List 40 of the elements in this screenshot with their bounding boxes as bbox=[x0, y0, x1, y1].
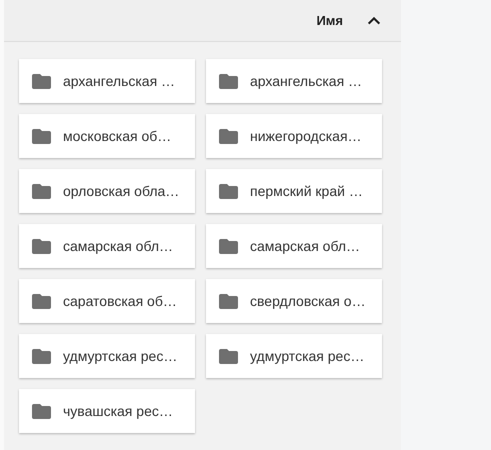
folder-name: удмуртская рес… bbox=[250, 348, 364, 364]
folder-name: московская об… bbox=[63, 128, 172, 144]
folder-icon bbox=[32, 128, 51, 144]
folder-icon bbox=[32, 184, 51, 198]
folder-name: самарская обл… bbox=[250, 238, 360, 254]
folder-name: удмуртская рес… bbox=[63, 348, 178, 364]
folder-name: архангельская … bbox=[63, 73, 176, 89]
folder-name: чувашская рес… bbox=[63, 403, 173, 419]
folder-name: свердловская о… bbox=[250, 293, 366, 309]
folder-name: нижегородская… bbox=[250, 128, 362, 144]
folder-card[interactable]: чувашская рес… bbox=[19, 389, 195, 433]
folder-card[interactable]: самарская обл… bbox=[19, 224, 195, 268]
folder-card[interactable]: удмуртская рес… bbox=[19, 334, 195, 378]
folder-icon bbox=[32, 348, 51, 364]
folder-icon bbox=[219, 348, 238, 364]
folder-card[interactable]: нижегородская… bbox=[206, 114, 382, 158]
folder-card[interactable]: архангельская … bbox=[19, 59, 195, 103]
folder-card[interactable]: удмуртская рес… bbox=[206, 334, 382, 378]
sort-button[interactable]: Имя bbox=[316, 13, 343, 28]
folder-card[interactable]: орловская обла… bbox=[19, 169, 195, 213]
folder-name: орловская обла… bbox=[63, 183, 180, 199]
folder-icon bbox=[32, 238, 51, 254]
folder-icon bbox=[32, 294, 51, 308]
folder-card[interactable]: архангельская … bbox=[206, 59, 382, 103]
folder-card[interactable]: пермский край … bbox=[206, 169, 382, 213]
folder-name: саратовская об… bbox=[63, 293, 177, 309]
folder-name: самарская обл… bbox=[63, 238, 174, 254]
folder-icon bbox=[219, 74, 238, 88]
folder-name: архангельская … bbox=[250, 73, 362, 89]
folder-icon bbox=[32, 404, 51, 418]
folder-name: пермский край … bbox=[250, 183, 363, 199]
folder-icon bbox=[32, 74, 51, 88]
folder-icon bbox=[219, 294, 238, 308]
folder-card[interactable]: самарская обл… bbox=[206, 224, 382, 268]
folder-icon bbox=[219, 128, 238, 144]
folder-card[interactable]: саратовская об… bbox=[19, 279, 195, 323]
folder-icon bbox=[219, 184, 238, 198]
folder-card[interactable]: свердловская о… bbox=[206, 279, 382, 323]
folder-card[interactable]: московская об… bbox=[19, 114, 195, 158]
folder-icon bbox=[219, 238, 238, 254]
